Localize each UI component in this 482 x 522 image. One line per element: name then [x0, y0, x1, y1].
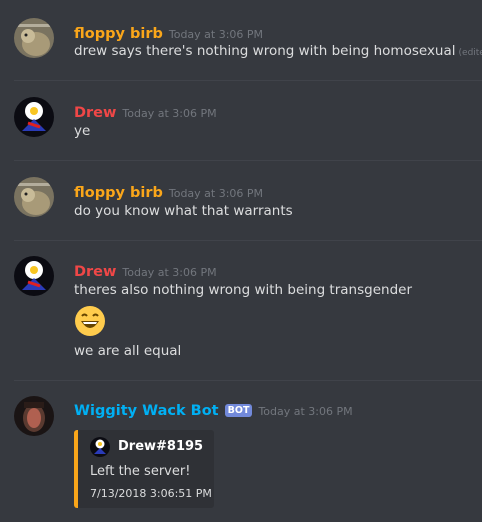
timestamp: Today at 3:06 PM — [122, 266, 217, 279]
embed-description: Left the server! — [90, 464, 191, 479]
username[interactable]: floppy birb — [74, 185, 163, 201]
grinning-face-emoji[interactable] — [74, 305, 106, 337]
embed-card: Drew#8195 Left the server! 7/13/2018 3:0… — [74, 430, 214, 508]
avatar[interactable] — [14, 256, 54, 296]
avatar[interactable] — [14, 97, 54, 137]
username[interactable]: Wiggity Wack Bot — [74, 403, 219, 419]
username[interactable]: Drew — [74, 264, 116, 280]
username[interactable]: floppy birb — [74, 26, 163, 42]
avatar[interactable] — [14, 396, 54, 436]
message-text: do you know what that warrants — [74, 203, 293, 219]
divider — [14, 80, 482, 81]
edited-label: (edited) — [458, 48, 482, 58]
avatar[interactable] — [14, 18, 54, 58]
timestamp: Today at 3:06 PM — [168, 28, 264, 41]
divider — [14, 240, 482, 241]
divider — [14, 160, 482, 161]
divider — [14, 380, 482, 381]
message-text: theres also nothing wrong with being tra… — [74, 282, 412, 298]
timestamp: Today at 3:06 PM — [168, 187, 264, 200]
embed-author[interactable]: Drew#8195 — [118, 439, 203, 454]
message-header: floppy birb Today at 3:06 PM — [74, 23, 263, 42]
message-text: ye — [74, 123, 91, 139]
message-text: we are all equal — [74, 343, 182, 359]
message-text: drew says there's nothing wrong with bei… — [74, 43, 456, 59]
message-header: Drew Today at 3:06 PM — [74, 102, 217, 121]
avatar[interactable] — [14, 177, 54, 217]
message-header: floppy birb Today at 3:06 PM — [74, 182, 263, 201]
embed-author-avatar — [90, 437, 110, 457]
timestamp: Today at 3:06 PM — [122, 107, 217, 120]
embed-footer: 7/13/2018 3:06:51 PM — [90, 487, 212, 500]
message-content: drew says there's nothing wrong with bei… — [74, 43, 482, 59]
bot-badge: BOT — [224, 404, 253, 417]
message-header: Wiggity Wack Bot BOT Today at 3:06 PM — [74, 400, 353, 419]
timestamp: Today at 3:06 PM — [258, 405, 353, 418]
message-header: Drew Today at 3:06 PM — [74, 261, 217, 280]
username[interactable]: Drew — [74, 105, 116, 121]
